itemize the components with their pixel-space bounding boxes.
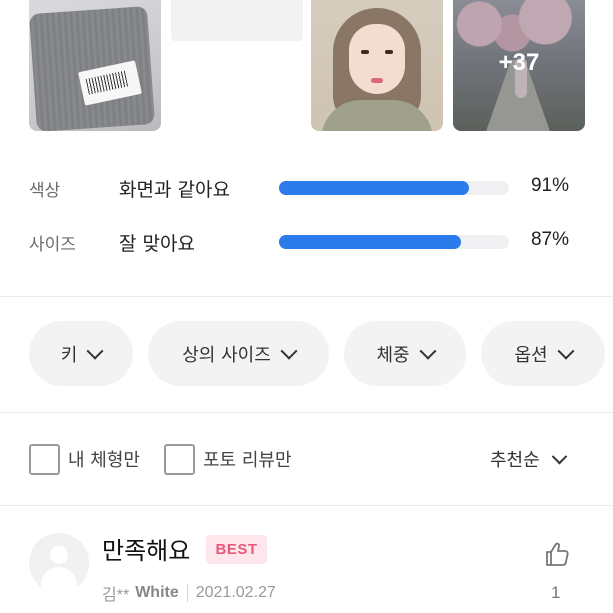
rating-row-color: 색상 화면과 같아요 91%	[29, 173, 589, 203]
review-meta: 김** White 2021.02.27	[102, 581, 276, 605]
more-photos-count: +37	[498, 49, 540, 76]
rating-value: 잘 맞아요	[119, 233, 195, 255]
review-photo-strip: +37	[0, 0, 613, 131]
chevron-down-icon	[86, 342, 104, 360]
chevron-down-icon	[280, 342, 298, 360]
checkbox[interactable]	[29, 443, 60, 475]
rating-bar-fill	[279, 181, 470, 195]
section-divider	[0, 505, 613, 506]
review-photo-sweater[interactable]	[29, 0, 161, 131]
review-date: 2021.02.27	[195, 584, 276, 601]
rating-row-size: 사이즈 잘 맞아요 87%	[29, 227, 589, 257]
meta-divider	[186, 584, 188, 602]
best-badge: BEST	[206, 535, 267, 564]
review-title: 만족해요	[102, 537, 191, 565]
rating-bar-fill	[279, 235, 462, 249]
rating-bar	[279, 235, 509, 249]
rating-value: 화면과 같아요	[119, 179, 230, 201]
filter-label: 체중	[376, 344, 410, 366]
rating-label: 사이즈	[29, 235, 76, 255]
filter-label: 키	[60, 344, 78, 366]
filter-chip-weight[interactable]: 체중	[344, 321, 466, 386]
filter-chip-height[interactable]: 키	[29, 321, 133, 386]
my-body-type-toggle[interactable]: 내 체형만	[29, 443, 140, 475]
like-count: 1	[551, 583, 561, 602]
sort-label: 추천순	[490, 450, 540, 471]
photo-review-toggle[interactable]: 포토 리뷰만	[164, 443, 292, 475]
sort-dropdown[interactable]: 추천순	[490, 443, 567, 475]
rating-label: 색상	[29, 181, 61, 201]
review-photo-portrait[interactable]	[311, 0, 443, 131]
review-photo-blank[interactable]	[171, 0, 303, 41]
review-photo-more[interactable]: +37	[453, 0, 585, 131]
section-divider	[0, 412, 613, 413]
rating-percent: 91%	[530, 175, 569, 196]
filter-label: 옵션	[514, 344, 548, 366]
checkbox-label: 포토 리뷰만	[203, 450, 292, 471]
filter-label: 상의 사이즈	[182, 344, 271, 366]
user-avatar-icon	[29, 533, 89, 593]
rating-bar	[279, 181, 509, 195]
chevron-down-icon	[419, 342, 437, 360]
review-option: White	[135, 584, 179, 601]
filter-chip-top-size[interactable]: 상의 사이즈	[148, 321, 329, 386]
review-author: 김**	[102, 587, 130, 604]
checkbox-label: 내 체형만	[68, 450, 140, 471]
chevron-down-icon	[557, 342, 575, 360]
checkbox[interactable]	[164, 443, 195, 475]
section-divider	[0, 296, 613, 297]
filter-chip-option[interactable]: 옵션	[481, 321, 605, 386]
chevron-down-icon	[551, 448, 567, 464]
rating-percent: 87%	[530, 229, 569, 250]
thumbs-up-icon[interactable]	[543, 540, 571, 568]
